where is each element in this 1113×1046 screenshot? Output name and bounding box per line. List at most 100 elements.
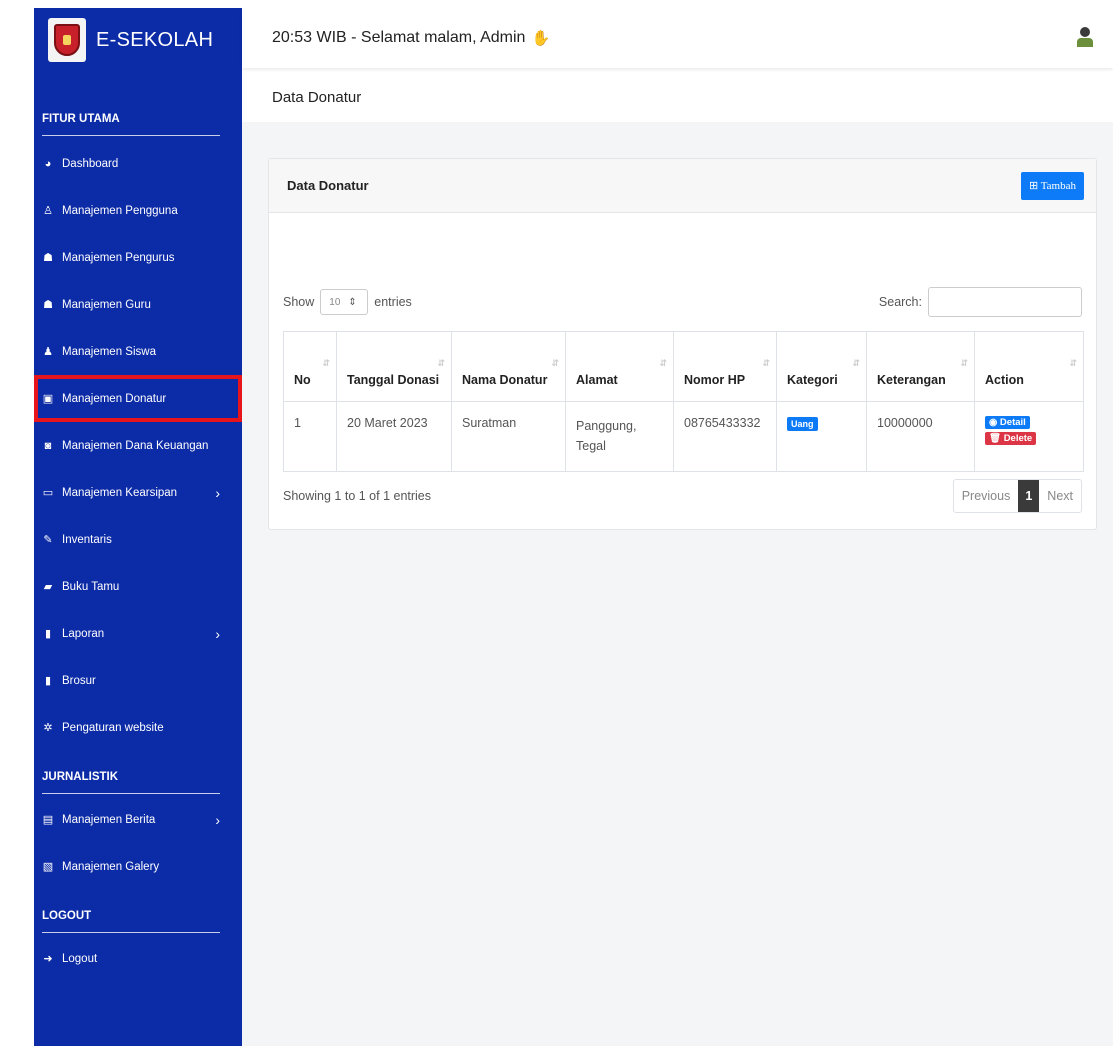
sidebar-item-manajemen-siswa[interactable]: ♟ Manajemen Siswa [34, 328, 242, 375]
sidebar-item-pengaturan-website[interactable]: ✲ Pengaturan website [34, 704, 242, 751]
sidebar-item-label: Inventaris [62, 533, 112, 546]
cell-nama: Suratman [451, 401, 566, 472]
school-logo-icon [48, 18, 86, 62]
sort-icon: ⇵ [762, 358, 770, 368]
cell-no: 1 [283, 401, 337, 472]
money-icon: ◙ [44, 439, 52, 452]
show-label: Show [283, 295, 315, 309]
column-header-keterangan[interactable]: Keterangan ⇵ [866, 331, 975, 402]
user-avatar-icon[interactable] [1077, 27, 1093, 47]
cell-action: ◉ Detail 🗑 Delete [974, 401, 1084, 472]
users-icon: ☗ [43, 299, 53, 311]
column-header-no[interactable]: No ⇵ [283, 331, 337, 402]
sidebar-item-manajemen-galery[interactable]: ▧ Manajemen Galery [34, 843, 242, 890]
chevron-right-icon: › [215, 625, 220, 642]
add-button[interactable]: ⊞ Tambah [1020, 171, 1084, 200]
folder-icon: ▭ [42, 487, 54, 499]
sort-icon: ⇵ [852, 358, 860, 368]
pagination-page-current[interactable]: 1 [1018, 480, 1040, 512]
column-header-tanggal-donasi[interactable]: Tanggal Donasi ⇵ [336, 331, 452, 402]
sidebar-item-label: Manajemen Galery [62, 860, 160, 873]
image-icon: ▧ [42, 861, 54, 873]
greeting-text: 20:53 WIB - Selamat malam, Admin [272, 29, 526, 46]
section-divider [42, 793, 220, 794]
column-header-kategori[interactable]: Kategori ⇵ [776, 331, 867, 402]
sidebar-item-label: Manajemen Dana Keuangan [62, 439, 209, 452]
entries-value: 10 [329, 296, 341, 308]
cell-tanggal: 20 Maret 2023 [336, 401, 452, 472]
sort-icon: ⇵ [659, 358, 667, 368]
sidebar-item-manajemen-pengguna[interactable]: ♙ Manajemen Pengguna [34, 187, 242, 234]
menu-fitur-utama: ◕ Dashboard ♙ Manajemen Pengguna ☗ Manajeme… [34, 140, 242, 751]
chevron-right-icon: › [215, 811, 220, 828]
sidebar-item-manajemen-donatur[interactable]: ▣ Manajemen Donatur [34, 375, 242, 422]
sidebar-item-dashboard[interactable]: ◕ Dashboard [34, 140, 242, 187]
sidebar-item-manajemen-pengurus[interactable]: ☗ Manajemen Pengurus [34, 234, 242, 281]
sidebar-item-brosur[interactable]: ▮ Brosur [34, 657, 242, 704]
cell-keterangan: 10000000 [866, 401, 975, 472]
column-label: Keterangan [877, 373, 946, 387]
sidebar-item-buku-tamu[interactable]: ▰ Buku Tamu [34, 563, 242, 610]
alamat-text: Panggung, Tegal [576, 419, 637, 453]
sidebar-item-label: Laporan [62, 627, 105, 640]
select-arrow-icon: ⇕ [348, 296, 357, 308]
column-header-alamat[interactable]: Alamat ⇵ [565, 331, 674, 402]
sort-icon: ⇵ [437, 358, 445, 368]
user-icon: ♙ [43, 205, 53, 217]
pagination-next[interactable]: Next [1039, 480, 1081, 512]
section-divider [42, 932, 220, 933]
search-label: Search: [878, 295, 922, 309]
table-controls: Show 10 ⇕ entries Search: [283, 287, 1082, 317]
column-label: Alamat [576, 373, 618, 387]
cell-kategori: Uang [776, 401, 867, 472]
column-label: No [294, 373, 311, 387]
detail-button[interactable]: ◉ Detail [985, 416, 1030, 429]
column-label: Nama Donatur [462, 373, 548, 387]
id-card-icon: ▣ [42, 393, 54, 405]
sort-icon: ⇵ [960, 358, 968, 368]
chevron-right-icon: › [215, 484, 220, 501]
section-divider [42, 135, 220, 136]
column-label: Tanggal Donasi [347, 373, 440, 387]
card-title: Data Donatur [287, 178, 369, 193]
search-input[interactable] [928, 287, 1082, 317]
sidebar: E-SEKOLAH FITUR UTAMA ◕ Dashboard ♙ Manaje… [34, 8, 242, 1046]
brand[interactable]: E-SEKOLAH [34, 8, 242, 72]
donatur-card: Data Donatur ⊞ Tambah Show 10 ⇕ entries S… [268, 158, 1097, 530]
waving-hand-icon: ✋ [531, 30, 551, 47]
sort-icon: ⇵ [1069, 358, 1077, 368]
sort-icon: ⇵ [551, 358, 559, 368]
student-icon: ♟ [43, 346, 53, 358]
entries-label: entries [374, 295, 412, 309]
table-header-row: No ⇵ Tanggal Donasi ⇵ Nama Donatur ⇵ Alamat… [283, 331, 1084, 402]
column-header-nomor-hp[interactable]: Nomor HP ⇵ [673, 331, 777, 402]
entries-info: Showing 1 to 1 of 1 entries [283, 489, 432, 503]
sidebar-item-manajemen-dana-keuangan[interactable]: ◙ Manajemen Dana Keuangan [34, 422, 242, 469]
sidebar-item-manajemen-guru[interactable]: ☗ Manajemen Guru [34, 281, 242, 328]
sidebar-item-label: Pengaturan website [62, 721, 164, 734]
delete-button[interactable]: 🗑 Delete [985, 432, 1037, 445]
sort-icon: ⇵ [322, 358, 330, 368]
column-header-nama-donatur[interactable]: Nama Donatur ⇵ [451, 331, 566, 402]
sidebar-item-label: Buku Tamu [62, 580, 120, 593]
entries-select[interactable]: 10 ⇕ [320, 289, 369, 315]
sidebar-item-label: Manajemen Pengurus [62, 251, 175, 264]
card-header: Data Donatur ⊞ Tambah [269, 159, 1096, 213]
table-footer: Showing 1 to 1 of 1 entries Previous 1 N… [283, 479, 1082, 513]
file-icon: ▮ [44, 628, 52, 640]
sidebar-item-label: Logout [62, 952, 98, 965]
sidebar-item-laporan[interactable]: ▮ Laporan › [34, 610, 242, 657]
sidebar-item-manajemen-berita[interactable]: ▤ Manajemen Berita › [34, 796, 242, 843]
main-content: Data Donatur ⊞ Tambah Show 10 ⇕ entries S… [242, 122, 1113, 1046]
edit-icon: ✎ [43, 534, 53, 546]
column-label: Action [985, 373, 1024, 387]
sidebar-item-inventaris[interactable]: ✎ Inventaris [34, 516, 242, 563]
sidebar-item-label: Brosur [62, 674, 96, 687]
pagination-previous[interactable]: Previous [954, 480, 1019, 512]
sidebar-item-label: Manajemen Donatur [62, 392, 167, 405]
sidebar-item-logout[interactable]: ➜ Logout [34, 935, 242, 982]
cell-alamat: Panggung, Tegal [565, 401, 674, 472]
file-icon: ▮ [44, 675, 52, 687]
column-header-action[interactable]: Action ⇵ [974, 331, 1084, 402]
sidebar-item-manajemen-kearsipan[interactable]: ▭ Manajemen Kearsipan › [34, 469, 242, 516]
